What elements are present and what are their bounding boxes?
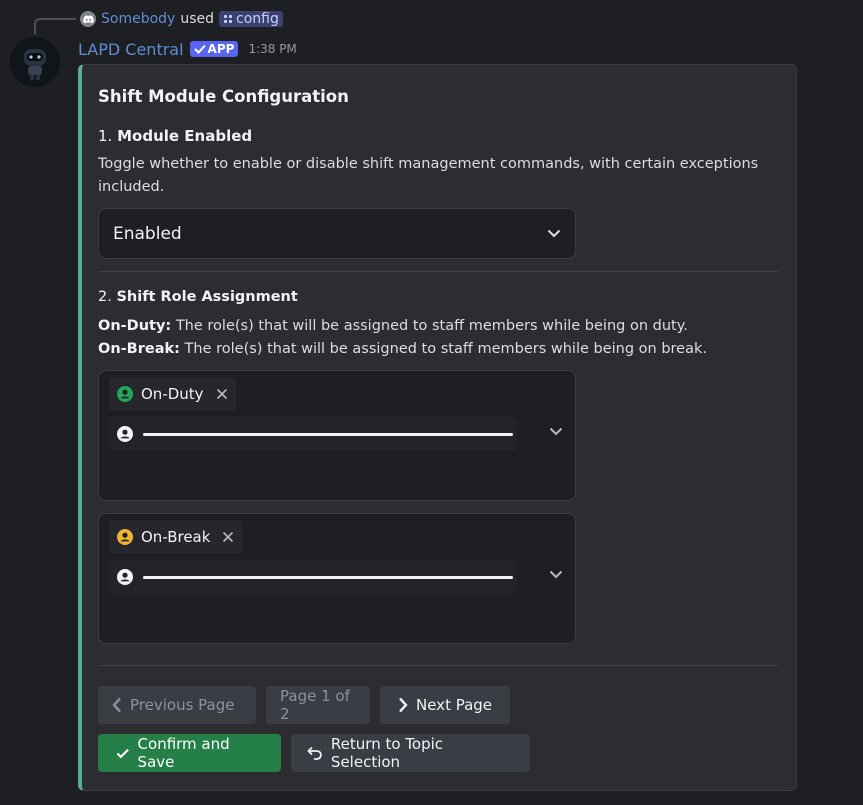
close-icon[interactable] xyxy=(216,388,228,400)
bot-name[interactable]: LAPD Central xyxy=(78,40,184,59)
config-container: Shift Module Configuration 1. Module Ena… xyxy=(78,64,797,791)
section2-number: 2. xyxy=(98,289,112,305)
page-indicator-label: Page 1 of 2 xyxy=(280,687,350,723)
next-page-label: Next Page xyxy=(416,696,493,714)
on-break-description: On-Break: The role(s) that will be assig… xyxy=(98,338,778,361)
role-icon xyxy=(117,426,133,442)
previous-page-label: Previous Page xyxy=(130,696,235,714)
on-break-text: The role(s) that will be assigned to sta… xyxy=(184,341,707,357)
on-duty-description: On-Duty: The role(s) that will be assign… xyxy=(98,315,778,338)
discord-icon xyxy=(80,11,96,27)
role-icon xyxy=(117,529,133,545)
reply-reference[interactable]: Somebody used config xyxy=(80,9,283,29)
close-icon[interactable] xyxy=(222,531,234,543)
on-break-role-select[interactable]: On-Break xyxy=(98,513,576,644)
section1-number: 1. xyxy=(98,127,113,145)
section2-heading: 2. Shift Role Assignment xyxy=(98,289,298,305)
command-mention[interactable]: config xyxy=(219,11,283,27)
section1-heading: 1. Module Enabled xyxy=(98,127,252,145)
chevron-down-icon[interactable] xyxy=(549,427,563,436)
timestamp: 1:38 PM xyxy=(248,42,297,56)
divider xyxy=(98,271,778,272)
command-name: config xyxy=(236,11,279,27)
chevron-down-icon[interactable] xyxy=(549,570,563,579)
on-break-chip-label: On-Break xyxy=(141,528,211,546)
on-duty-role-select[interactable]: On-Duty xyxy=(98,370,576,501)
module-enabled-select[interactable]: Enabled xyxy=(98,208,576,259)
embed-title: Shift Module Configuration xyxy=(98,87,349,106)
select-value: Enabled xyxy=(113,223,182,244)
section1-title: Module Enabled xyxy=(117,127,253,145)
reply-username[interactable]: Somebody xyxy=(101,11,175,27)
confirm-save-label: Confirm and Save xyxy=(137,735,230,771)
chevron-left-icon xyxy=(112,697,121,713)
role-icon xyxy=(117,569,133,585)
return-topic-button[interactable]: Return to Topic Selection xyxy=(291,734,530,772)
bot-avatar[interactable] xyxy=(10,37,60,87)
page-indicator-button[interactable]: Page 1 of 2 xyxy=(266,686,370,724)
chevron-down-icon xyxy=(547,229,561,238)
role-option[interactable] xyxy=(109,417,517,451)
section1-description: Toggle whether to enable or disable shif… xyxy=(98,156,759,195)
app-tag: APP xyxy=(189,41,239,57)
role-icon xyxy=(117,386,133,402)
redacted-role-name xyxy=(143,432,513,436)
section2-title: Shift Role Assignment xyxy=(116,289,298,305)
return-arrow-icon xyxy=(307,746,322,760)
on-duty-label: On-Duty: xyxy=(98,318,172,334)
actions-row: Confirm and Save Return to Topic Selecti… xyxy=(98,734,530,772)
verified-check-icon xyxy=(193,44,206,54)
on-duty-chip[interactable]: On-Duty xyxy=(109,377,236,411)
confirm-save-button[interactable]: Confirm and Save xyxy=(98,734,281,772)
app-tag-label: APP xyxy=(207,42,235,56)
on-break-chip[interactable]: On-Break xyxy=(109,520,243,554)
reply-verb: used xyxy=(180,11,214,27)
on-duty-chip-label: On-Duty xyxy=(141,385,204,403)
slash-command-icon xyxy=(223,14,233,24)
on-break-label: On-Break: xyxy=(98,341,180,357)
message-header: LAPD Central APP 1:38 PM xyxy=(78,38,297,60)
return-topic-label: Return to Topic Selection xyxy=(330,735,444,771)
pagination-row: Previous Page Page 1 of 2 Next Page xyxy=(98,686,510,724)
reply-connector xyxy=(34,18,76,34)
next-page-button[interactable]: Next Page xyxy=(380,686,510,724)
redacted-role-name xyxy=(143,575,513,579)
divider xyxy=(98,665,778,666)
on-duty-text: The role(s) that will be assigned to sta… xyxy=(175,318,688,334)
chevron-right-icon xyxy=(399,697,408,713)
role-option[interactable] xyxy=(109,560,517,594)
previous-page-button[interactable]: Previous Page xyxy=(98,686,256,724)
checkmark-icon xyxy=(116,748,129,758)
